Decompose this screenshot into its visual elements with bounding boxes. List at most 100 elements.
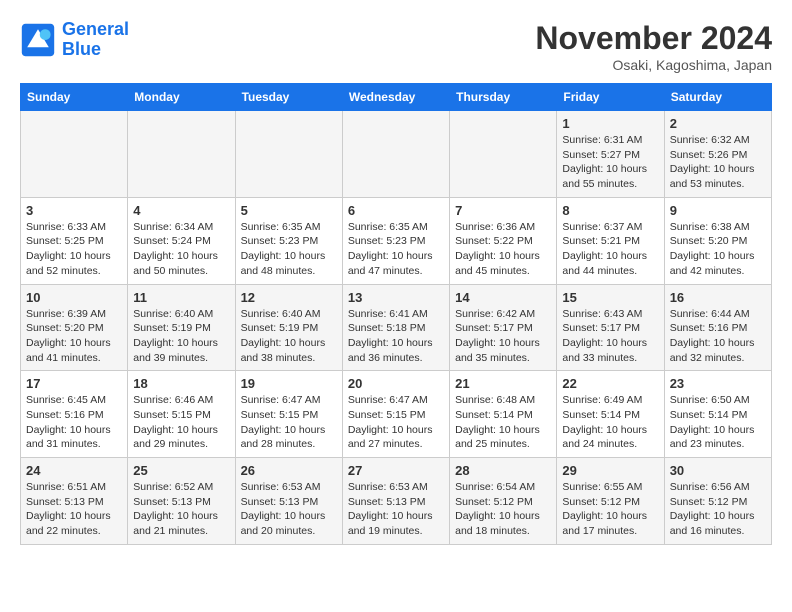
day-cell: 5 Sunrise: 6:35 AM Sunset: 5:23 PM Daylig… — [235, 197, 342, 284]
day-cell: 8 Sunrise: 6:37 AM Sunset: 5:21 PM Daylig… — [557, 197, 664, 284]
day-info: Sunrise: 6:40 AM Sunset: 5:19 PM Dayligh… — [133, 307, 229, 366]
day-cell: 10Sunrise: 6:39 AM Sunset: 5:20 PM Dayli… — [21, 284, 128, 371]
day-info: Sunrise: 6:49 AM Sunset: 5:14 PM Dayligh… — [562, 393, 658, 452]
week-row-0: 1 Sunrise: 6:31 AM Sunset: 5:27 PM Daylig… — [21, 111, 772, 198]
day-cell: 28 Sunrise: 6:54 AM Sunset: 5:12 PM Dayli… — [450, 458, 557, 545]
day-cell: 12 Sunrise: 6:40 AM Sunset: 5:19 PM Dayli… — [235, 284, 342, 371]
calendar-header: SundayMondayTuesdayWednesdayThursdayFrid… — [21, 84, 772, 111]
day-info: Sunrise: 6:56 AM Sunset: 5:12 PM Dayligh… — [670, 480, 766, 539]
day-cell: 14 Sunrise: 6:42 AM Sunset: 5:17 PM Dayli… — [450, 284, 557, 371]
day-cell: 18 Sunrise: 6:46 AM Sunset: 5:15 PM Dayli… — [128, 371, 235, 458]
calendar-table: SundayMondayTuesdayWednesdayThursdayFrid… — [20, 83, 772, 545]
day-cell: 22 Sunrise: 6:49 AM Sunset: 5:14 PM Dayli… — [557, 371, 664, 458]
header-cell-thursday: Thursday — [450, 84, 557, 111]
day-number: 2 — [670, 116, 766, 131]
day-info: Sunrise: 6:44 AM Sunset: 5:16 PM Dayligh… — [670, 307, 766, 366]
day-number: 30 — [670, 463, 766, 478]
day-number: 17 — [26, 376, 122, 391]
day-cell: 19 Sunrise: 6:47 AM Sunset: 5:15 PM Dayli… — [235, 371, 342, 458]
header-cell-sunday: Sunday — [21, 84, 128, 111]
day-number: 26 — [241, 463, 337, 478]
day-number: 16 — [670, 290, 766, 305]
logo-text: General Blue — [62, 20, 129, 60]
day-number: 12 — [241, 290, 337, 305]
day-cell: 24Sunrise: 6:51 AM Sunset: 5:13 PM Dayli… — [21, 458, 128, 545]
month-title: November 2024 — [535, 20, 772, 57]
day-number: 21 — [455, 376, 551, 391]
day-info: Sunrise: 6:35 AM Sunset: 5:23 PM Dayligh… — [348, 220, 444, 279]
day-info: Sunrise: 6:32 AM Sunset: 5:26 PM Dayligh… — [670, 133, 766, 192]
day-cell: 26 Sunrise: 6:53 AM Sunset: 5:13 PM Dayli… — [235, 458, 342, 545]
page-header: General Blue November 2024 Osaki, Kagosh… — [20, 20, 772, 73]
day-info: Sunrise: 6:40 AM Sunset: 5:19 PM Dayligh… — [241, 307, 337, 366]
day-number: 20 — [348, 376, 444, 391]
location: Osaki, Kagoshima, Japan — [535, 57, 772, 73]
day-cell: 15 Sunrise: 6:43 AM Sunset: 5:17 PM Dayli… — [557, 284, 664, 371]
week-row-2: 10Sunrise: 6:39 AM Sunset: 5:20 PM Dayli… — [21, 284, 772, 371]
day-number: 3 — [26, 203, 122, 218]
day-cell: 1 Sunrise: 6:31 AM Sunset: 5:27 PM Daylig… — [557, 111, 664, 198]
day-cell: 7 Sunrise: 6:36 AM Sunset: 5:22 PM Daylig… — [450, 197, 557, 284]
day-cell — [235, 111, 342, 198]
day-number: 22 — [562, 376, 658, 391]
day-cell: 6Sunrise: 6:35 AM Sunset: 5:23 PM Daylig… — [342, 197, 449, 284]
calendar-body: 1 Sunrise: 6:31 AM Sunset: 5:27 PM Daylig… — [21, 111, 772, 545]
day-number: 14 — [455, 290, 551, 305]
day-info: Sunrise: 6:47 AM Sunset: 5:15 PM Dayligh… — [348, 393, 444, 452]
day-info: Sunrise: 6:31 AM Sunset: 5:27 PM Dayligh… — [562, 133, 658, 192]
day-number: 5 — [241, 203, 337, 218]
logo: General Blue — [20, 20, 129, 60]
day-cell: 4Sunrise: 6:34 AM Sunset: 5:24 PM Daylig… — [128, 197, 235, 284]
day-info: Sunrise: 6:43 AM Sunset: 5:17 PM Dayligh… — [562, 307, 658, 366]
day-number: 25 — [133, 463, 229, 478]
day-cell — [128, 111, 235, 198]
day-info: Sunrise: 6:45 AM Sunset: 5:16 PM Dayligh… — [26, 393, 122, 452]
day-info: Sunrise: 6:36 AM Sunset: 5:22 PM Dayligh… — [455, 220, 551, 279]
day-number: 18 — [133, 376, 229, 391]
header-row: SundayMondayTuesdayWednesdayThursdayFrid… — [21, 84, 772, 111]
day-info: Sunrise: 6:55 AM Sunset: 5:12 PM Dayligh… — [562, 480, 658, 539]
day-number: 29 — [562, 463, 658, 478]
day-number: 24 — [26, 463, 122, 478]
day-cell: 9Sunrise: 6:38 AM Sunset: 5:20 PM Daylig… — [664, 197, 771, 284]
day-cell: 13Sunrise: 6:41 AM Sunset: 5:18 PM Dayli… — [342, 284, 449, 371]
day-cell: 2 Sunrise: 6:32 AM Sunset: 5:26 PM Daylig… — [664, 111, 771, 198]
header-cell-tuesday: Tuesday — [235, 84, 342, 111]
day-number: 7 — [455, 203, 551, 218]
day-info: Sunrise: 6:35 AM Sunset: 5:23 PM Dayligh… — [241, 220, 337, 279]
day-info: Sunrise: 6:53 AM Sunset: 5:13 PM Dayligh… — [241, 480, 337, 539]
day-info: Sunrise: 6:42 AM Sunset: 5:17 PM Dayligh… — [455, 307, 551, 366]
title-block: November 2024 Osaki, Kagoshima, Japan — [535, 20, 772, 73]
day-info: Sunrise: 6:48 AM Sunset: 5:14 PM Dayligh… — [455, 393, 551, 452]
day-cell — [21, 111, 128, 198]
day-number: 1 — [562, 116, 658, 131]
day-number: 28 — [455, 463, 551, 478]
day-number: 8 — [562, 203, 658, 218]
day-cell: 17 Sunrise: 6:45 AM Sunset: 5:16 PM Dayli… — [21, 371, 128, 458]
day-info: Sunrise: 6:37 AM Sunset: 5:21 PM Dayligh… — [562, 220, 658, 279]
day-cell: 30 Sunrise: 6:56 AM Sunset: 5:12 PM Dayli… — [664, 458, 771, 545]
day-cell: 25 Sunrise: 6:52 AM Sunset: 5:13 PM Dayli… — [128, 458, 235, 545]
day-info: Sunrise: 6:54 AM Sunset: 5:12 PM Dayligh… — [455, 480, 551, 539]
day-number: 13 — [348, 290, 444, 305]
day-number: 27 — [348, 463, 444, 478]
day-info: Sunrise: 6:46 AM Sunset: 5:15 PM Dayligh… — [133, 393, 229, 452]
day-cell — [450, 111, 557, 198]
day-cell: 21 Sunrise: 6:48 AM Sunset: 5:14 PM Dayli… — [450, 371, 557, 458]
logo-icon — [20, 22, 56, 58]
day-number: 19 — [241, 376, 337, 391]
day-info: Sunrise: 6:39 AM Sunset: 5:20 PM Dayligh… — [26, 307, 122, 366]
day-number: 15 — [562, 290, 658, 305]
day-info: Sunrise: 6:50 AM Sunset: 5:14 PM Dayligh… — [670, 393, 766, 452]
day-info: Sunrise: 6:52 AM Sunset: 5:13 PM Dayligh… — [133, 480, 229, 539]
header-cell-saturday: Saturday — [664, 84, 771, 111]
day-info: Sunrise: 6:47 AM Sunset: 5:15 PM Dayligh… — [241, 393, 337, 452]
day-number: 23 — [670, 376, 766, 391]
day-number: 11 — [133, 290, 229, 305]
day-cell: 11 Sunrise: 6:40 AM Sunset: 5:19 PM Dayli… — [128, 284, 235, 371]
day-info: Sunrise: 6:53 AM Sunset: 5:13 PM Dayligh… — [348, 480, 444, 539]
day-cell: 16 Sunrise: 6:44 AM Sunset: 5:16 PM Dayli… — [664, 284, 771, 371]
day-cell: 3Sunrise: 6:33 AM Sunset: 5:25 PM Daylig… — [21, 197, 128, 284]
week-row-4: 24Sunrise: 6:51 AM Sunset: 5:13 PM Dayli… — [21, 458, 772, 545]
day-cell: 27 Sunrise: 6:53 AM Sunset: 5:13 PM Dayli… — [342, 458, 449, 545]
